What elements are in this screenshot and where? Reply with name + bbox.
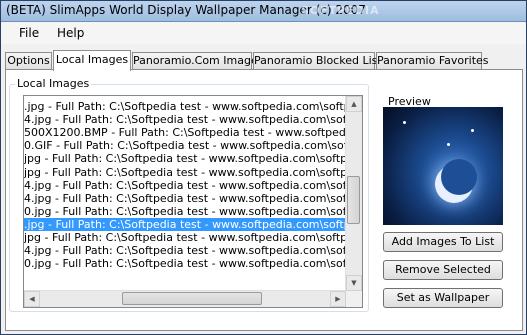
- list-item[interactable]: 500X1200.BMP - Full Path: C:\Softpedia t…: [24, 126, 348, 139]
- horizontal-scroll-thumb[interactable]: [122, 292, 262, 305]
- list-item[interactable]: 4.jpg - Full Path: C:\Softpedia test - w…: [24, 113, 348, 126]
- list-item[interactable]: jpg - Full Path: C:\Softpedia test - www…: [24, 152, 348, 165]
- tab-panoramio-blocked[interactable]: Panoramio Blocked List: [253, 52, 382, 69]
- app-window: (BETA) SlimApps World Display Wallpaper …: [0, 0, 527, 335]
- add-images-button[interactable]: Add Images To List: [383, 232, 503, 252]
- remove-selected-button[interactable]: Remove Selected: [383, 260, 503, 280]
- watermark-logo: SOFTPEDIA: [301, 4, 380, 17]
- tab-panoramio-favorites[interactable]: Panoramio Favorites: [376, 52, 489, 69]
- menu-file[interactable]: File: [19, 26, 39, 40]
- list-item[interactable]: 4.jpg - Full Path: C:\Softpedia test - w…: [24, 192, 348, 205]
- list-item[interactable]: 4.jpg - Full Path: C:\Softpedia test - w…: [24, 244, 348, 257]
- list-item[interactable]: 0.jpg - Full Path: C:\Softpedia test - w…: [24, 205, 348, 218]
- horizontal-scrollbar[interactable]: ◀ ▶: [24, 290, 346, 307]
- scroll-left-icon[interactable]: ◀: [24, 291, 40, 307]
- set-wallpaper-button[interactable]: Set as Wallpaper: [383, 288, 503, 308]
- scroll-thumb[interactable]: [347, 176, 360, 224]
- list-item[interactable]: .jpg - Full Path: C:\Softpedia test - ww…: [24, 217, 348, 231]
- list-item[interactable]: 0.GIF - Full Path: C:\Softpedia test - w…: [24, 139, 348, 152]
- preview-image: [383, 107, 503, 225]
- list-item[interactable]: jpg - Full Path: C:\Softpedia test - www…: [24, 166, 348, 179]
- vertical-scrollbar[interactable]: ▲ ▼: [345, 96, 362, 291]
- star-icon: [447, 143, 450, 146]
- menu-help[interactable]: Help: [57, 26, 84, 40]
- title-bar[interactable]: (BETA) SlimApps World Display Wallpaper …: [1, 1, 526, 22]
- local-images-list[interactable]: .jpg - Full Path: C:\Softpedia test - ww…: [23, 95, 363, 308]
- moon-shadow: [441, 159, 477, 195]
- scroll-down-icon[interactable]: ▼: [346, 275, 362, 291]
- menu-bar: File Help: [1, 22, 526, 44]
- list-item[interactable]: .jpg - Full Path: C:\Softpedia test - ww…: [24, 100, 348, 113]
- tab-panoramio-images[interactable]: Panoramio.Com Images: [132, 52, 263, 69]
- scroll-corner: [346, 291, 362, 307]
- list-item[interactable]: 4.jpg - Full Path: C:\Softpedia test - w…: [24, 179, 348, 192]
- tab-strip: Options Local Images Panoramio.Com Image…: [5, 50, 523, 71]
- star-icon: [471, 129, 474, 132]
- tab-options[interactable]: Options: [5, 52, 52, 69]
- list-item[interactable]: jpg - Full Path: C:\Softpedia test - www…: [24, 231, 348, 244]
- star-icon: [403, 121, 406, 124]
- local-images-group-label: Local Images: [15, 77, 92, 90]
- list-item[interactable]: 0.jpg - Full Path: C:\Softpedia test - w…: [24, 257, 348, 270]
- scroll-up-icon[interactable]: ▲: [346, 96, 362, 112]
- tab-local-images[interactable]: Local Images: [53, 50, 131, 71]
- scroll-right-icon[interactable]: ▶: [330, 291, 346, 307]
